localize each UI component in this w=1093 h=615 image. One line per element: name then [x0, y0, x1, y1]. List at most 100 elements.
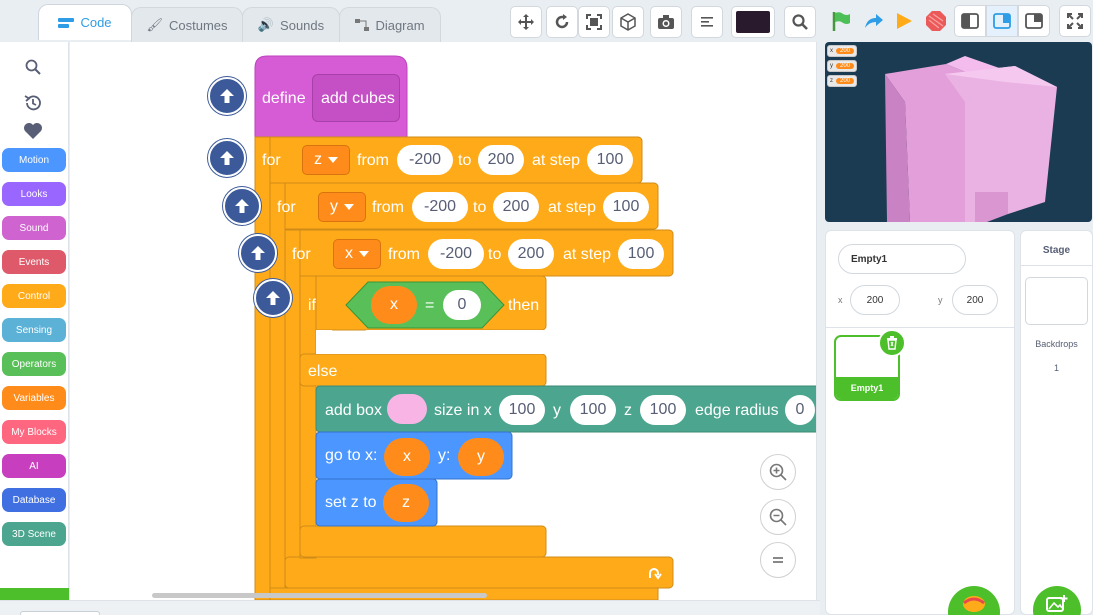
align-button[interactable]	[691, 6, 723, 38]
category-events[interactable]: Events	[2, 250, 66, 274]
for-x-step-input[interactable]: 100	[618, 239, 664, 269]
category-3d-scene[interactable]: 3D Scene	[2, 522, 66, 546]
for-z-step-input[interactable]: 100	[587, 145, 633, 175]
3d-view-button[interactable]	[612, 6, 644, 38]
search-button[interactable]	[784, 6, 816, 38]
box-size-x-input[interactable]: 100	[499, 395, 545, 425]
zoom-out-button[interactable]	[760, 499, 796, 535]
for-z-to-input[interactable]: 200	[478, 145, 524, 175]
delete-sprite-button[interactable]	[878, 329, 906, 357]
for-y-step-label: at step	[548, 199, 597, 216]
goto-x-value: x	[403, 448, 411, 465]
for-y-from-input[interactable]: -200	[412, 192, 468, 222]
category-motion[interactable]: Motion	[2, 148, 66, 172]
setz-reporter[interactable]: z	[383, 484, 429, 522]
tab-diagram-label: Diagram	[375, 17, 425, 33]
fit-button[interactable]	[578, 6, 610, 38]
for-x-var-dropdown[interactable]: x	[333, 239, 381, 269]
for-y-step-input[interactable]: 100	[603, 192, 649, 222]
horizontal-scrollbar[interactable]	[152, 593, 487, 598]
backdrops-count: 1	[1053, 363, 1059, 373]
category-variables[interactable]: Variables	[2, 386, 66, 410]
sprite-thumbnail-label: Empty1	[836, 377, 898, 399]
3d-boxes-render	[885, 56, 1057, 222]
setz-value: z	[402, 494, 410, 511]
choose-backdrop-button[interactable]	[1033, 586, 1081, 615]
zoom-reset-button[interactable]	[760, 542, 796, 578]
redo-button[interactable]	[546, 6, 578, 38]
for-x-step-value: 100	[627, 245, 655, 262]
category-ai[interactable]: AI	[2, 454, 66, 478]
for-z-step-label: at step	[532, 152, 581, 169]
move-icon	[518, 14, 534, 30]
background-color-picker[interactable]	[731, 6, 775, 38]
box-edge-value: 0	[795, 401, 805, 418]
box-color-picker[interactable]	[387, 394, 427, 424]
collapse-arrow-button[interactable]	[223, 187, 261, 225]
collapse-arrow-button[interactable]	[208, 139, 246, 177]
small-stage-button[interactable]	[954, 5, 986, 37]
tab-sounds[interactable]: 🔊 Sounds	[242, 7, 340, 42]
fullscreen-button[interactable]	[1059, 5, 1091, 37]
stop-button[interactable]	[920, 5, 952, 37]
favorites-button[interactable]	[22, 120, 44, 142]
stage-canvas[interactable]: x 200 y 200 z 200	[825, 42, 1092, 222]
add-box-label: add box	[325, 402, 382, 419]
for-y-var-dropdown[interactable]: y	[318, 192, 366, 222]
add-box-y-label: y	[553, 402, 561, 419]
category-my-blocks[interactable]: My Blocks	[2, 420, 66, 444]
palette-search-button[interactable]	[22, 56, 44, 78]
tab-costumes[interactable]: 🖌 Costumes	[131, 7, 243, 42]
for-y-from-value: -200	[423, 198, 457, 215]
history-button[interactable]	[22, 92, 44, 114]
box-edge-input[interactable]: 0	[785, 395, 815, 425]
sprite-x-input[interactable]: 200	[850, 285, 900, 315]
split-stage-button[interactable]	[1018, 5, 1050, 37]
category-control[interactable]: Control	[2, 284, 66, 308]
status-bar-handle[interactable]	[20, 611, 100, 615]
box-size-y-input[interactable]: 100	[570, 395, 616, 425]
backdrop-thumbnail[interactable]	[1025, 277, 1088, 325]
zoom-in-button[interactable]	[760, 454, 796, 490]
condition-left-reporter[interactable]: x	[371, 286, 417, 324]
if-foot	[299, 525, 547, 558]
turbo-button[interactable]	[857, 5, 889, 37]
box-size-z-input[interactable]: 100	[640, 395, 686, 425]
fit-icon	[586, 14, 602, 30]
category-operators[interactable]: Operators	[2, 352, 66, 376]
for-z-from-input[interactable]: -200	[397, 145, 453, 175]
script-workspace[interactable]: define add cubes for z from -200 to 200 …	[70, 42, 817, 600]
if-keyword: if	[308, 297, 316, 314]
collapse-arrow-button[interactable]	[254, 279, 292, 317]
category-sensing[interactable]: Sensing	[2, 318, 66, 342]
define-name: add cubes	[321, 90, 395, 107]
tab-code[interactable]: Code	[38, 4, 132, 40]
choose-sprite-button[interactable]	[948, 586, 1000, 615]
category-sound[interactable]: Sound	[2, 216, 66, 240]
up-arrow-icon	[235, 199, 249, 213]
for-z-var-dropdown[interactable]: z	[302, 145, 350, 175]
goto-x-reporter[interactable]: x	[384, 438, 430, 476]
tab-diagram[interactable]: Diagram	[339, 7, 441, 42]
collapse-arrow-button[interactable]	[208, 77, 246, 115]
stage-selector-pane[interactable]: Stage Backdrops 1	[1020, 230, 1093, 615]
normal-stage-button[interactable]	[986, 5, 1018, 37]
for-y-to-input[interactable]: 200	[493, 192, 539, 222]
define-name-block[interactable]: add cubes	[312, 74, 400, 122]
category-database[interactable]: Database	[2, 488, 66, 512]
sprite-name-input[interactable]: Empty1	[838, 244, 966, 274]
box-size-x-value: 100	[508, 401, 536, 418]
green-flag-button[interactable]	[825, 5, 857, 37]
collapse-arrow-button[interactable]	[239, 234, 277, 272]
camera-button[interactable]	[650, 6, 682, 38]
for-x-from-input[interactable]: -200	[428, 239, 484, 269]
zoom-in-icon	[769, 463, 787, 481]
play-button[interactable]	[888, 5, 920, 37]
sprite-y-input[interactable]: 200	[952, 285, 998, 315]
condition-right-input[interactable]: 0	[443, 290, 481, 320]
for-x-to-input[interactable]: 200	[508, 239, 554, 269]
category-looks[interactable]: Looks	[2, 182, 66, 206]
play-icon	[897, 13, 912, 29]
goto-y-reporter[interactable]: y	[458, 438, 504, 476]
move-button[interactable]	[510, 6, 542, 38]
